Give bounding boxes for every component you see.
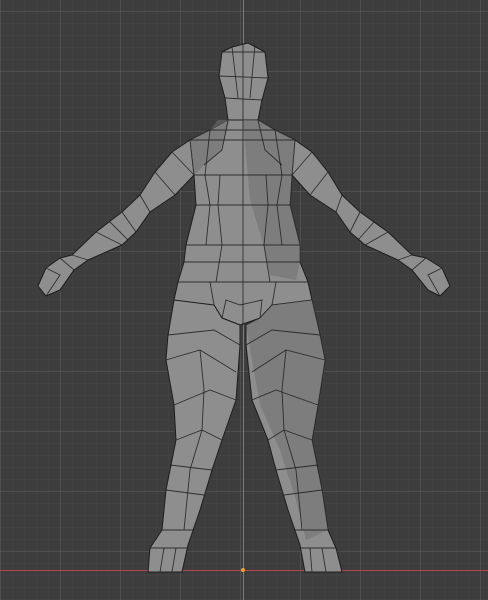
mesh-left-arm (37, 139, 195, 297)
mesh-right-arm (291, 139, 451, 297)
3d-viewport[interactable] (0, 0, 488, 600)
mesh-left-leg (147, 299, 241, 573)
origin-marker (241, 568, 245, 572)
human-mesh[interactable] (0, 0, 488, 600)
mesh-head (218, 42, 269, 121)
